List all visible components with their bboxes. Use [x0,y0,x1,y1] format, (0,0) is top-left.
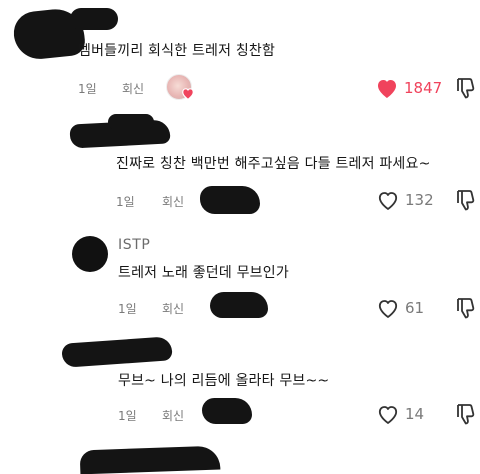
redacted-username [108,114,154,130]
redacted-creator-badge [200,186,260,214]
like-count: 132 [405,191,434,209]
heart-icon[interactable] [376,403,400,425]
heart-icon[interactable] [376,297,400,319]
comment-time: 1일 [78,82,97,96]
comment-time: 1일 [116,195,135,209]
reply-button[interactable]: 회신 [162,193,184,210]
redacted-username [61,336,173,368]
reply-button[interactable]: 회신 [162,407,184,424]
like-count: 1847 [404,79,443,97]
thumbs-down-icon[interactable] [456,297,476,319]
comment-time: 1일 [118,409,137,423]
redacted-creator-badge [202,398,252,424]
heart-icon[interactable] [376,189,400,211]
avatar[interactable] [72,236,108,272]
comment-text: 멤버들끼리 회식한 트레저 칭찬함 [78,43,276,59]
comment-text: 진짜로 칭찬 백만번 해주고싶음 다들 트레저 파세요~ [116,156,431,172]
thumbs-down-icon[interactable] [456,189,476,211]
reply-button[interactable]: 회신 [162,300,184,317]
like-count: 61 [405,299,425,317]
thumbs-down-icon[interactable] [456,403,476,425]
like-count: 14 [405,405,425,423]
thumbs-down-icon[interactable] [456,77,476,99]
redacted-username [79,445,221,474]
redacted-creator-badge [210,292,268,318]
comment-text: 무브~ 나의 리듬에 올라타 무브~~ [118,373,330,389]
heart-icon [182,88,194,100]
redacted-username [70,8,118,30]
creator-liked-badge [166,74,200,104]
comment-time: 1일 [118,302,137,316]
heart-icon[interactable] [375,77,399,99]
reply-button[interactable]: 회신 [122,80,144,97]
username[interactable]: ISTP [118,237,150,253]
comment-text: 트레저 노래 좋던데 무브인가 [118,265,289,281]
